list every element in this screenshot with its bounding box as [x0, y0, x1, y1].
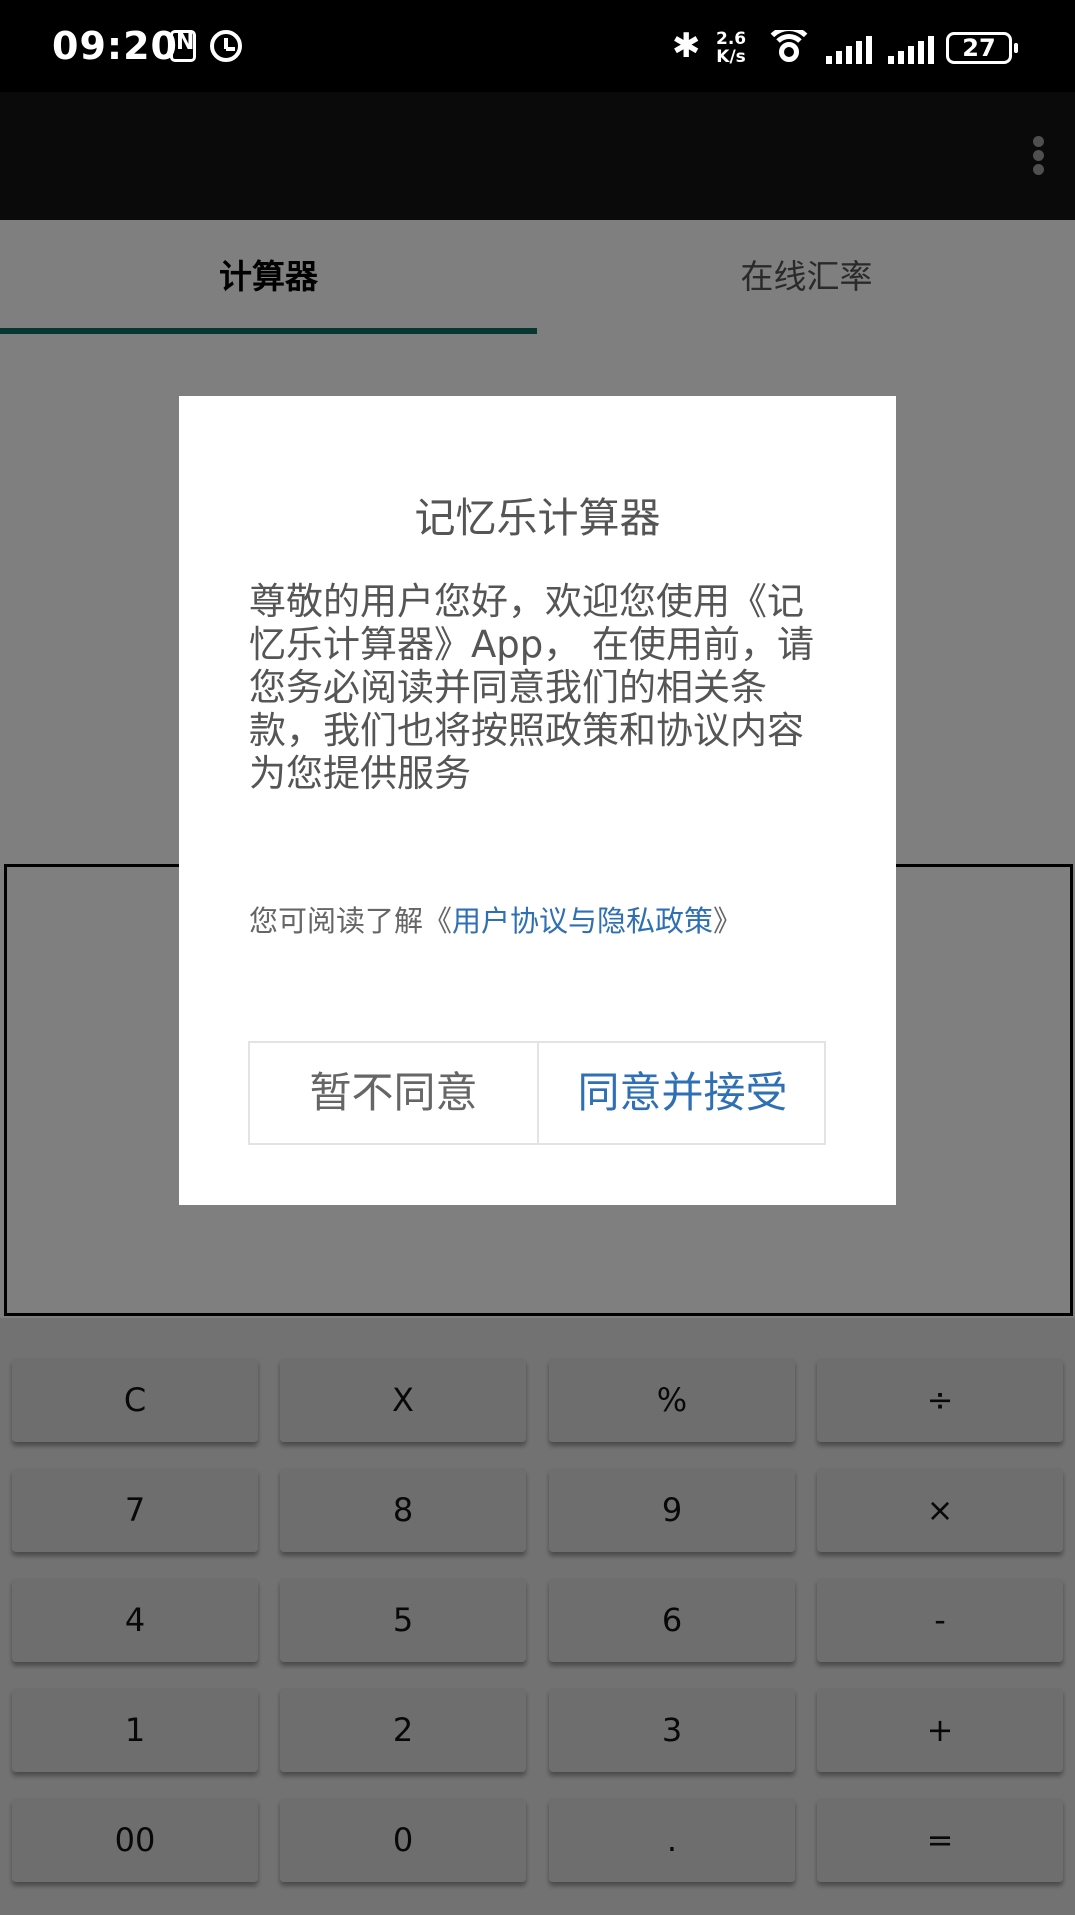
status-bar: 09:20 ✱ 2.6 K/s 27 — [0, 0, 1075, 92]
policy-link[interactable]: 用户协议与隐私政策 — [452, 904, 713, 938]
dialog-title: 记忆乐计算器 — [414, 494, 661, 542]
nfc-icon — [170, 30, 196, 62]
network-speed-unit: K/s — [716, 47, 746, 67]
network-speed-value: 2.6 — [716, 29, 747, 49]
wifi-icon — [766, 30, 812, 64]
accept-button[interactable]: 同意并接受 — [539, 1043, 826, 1143]
status-time: 09:20 — [52, 24, 178, 68]
network-speed: 2.6 K/s — [716, 30, 746, 66]
dialog-message: 尊敬的用户您好，欢迎您使用《记忆乐计算器》App， 在使用前，请您务必阅读并同意… — [249, 580, 815, 795]
consent-dialog: 记忆乐计算器 尊敬的用户您好，欢迎您使用《记忆乐计算器》App， 在使用前，请您… — [179, 396, 896, 1205]
battery-icon: 27 — [946, 32, 1018, 64]
signal-icon — [826, 36, 872, 64]
signal-icon-2 — [888, 36, 934, 64]
bluetooth-icon: ✱ — [672, 26, 701, 66]
decline-button[interactable]: 暂不同意 — [250, 1043, 539, 1143]
policy-prefix: 您可阅读了解《 — [249, 904, 453, 938]
dialog-button-row: 暂不同意 同意并接受 — [248, 1041, 826, 1145]
policy-line: 您可阅读了解《用户协议与隐私政策》 — [249, 898, 849, 940]
policy-suffix: 》 — [713, 904, 743, 938]
alarm-icon — [210, 30, 242, 62]
